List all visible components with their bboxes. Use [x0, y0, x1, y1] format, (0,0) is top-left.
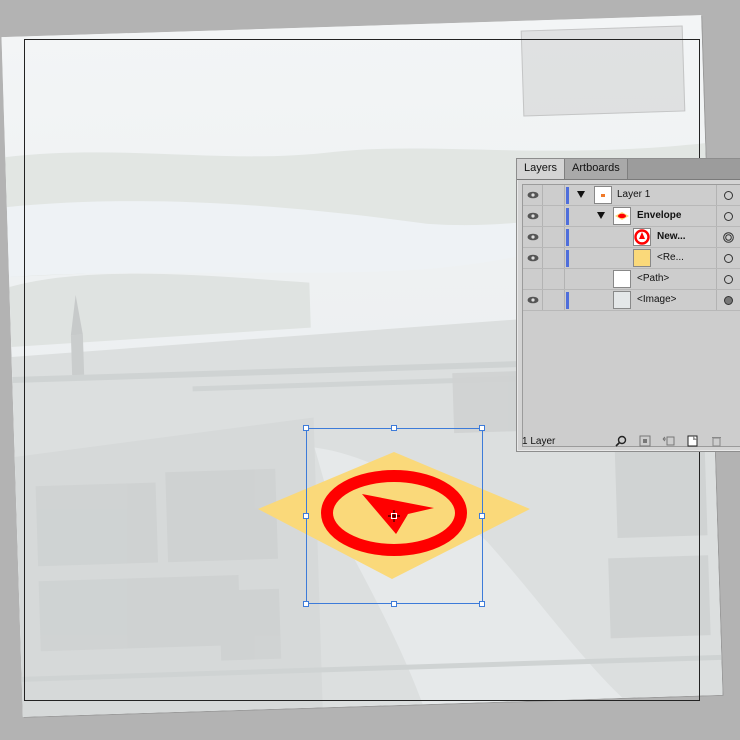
layer-row-image[interactable]: <Image>	[523, 290, 740, 311]
visibility-toggle[interactable]	[523, 185, 543, 205]
visibility-toggle[interactable]	[523, 269, 543, 289]
target-button[interactable]	[716, 185, 740, 205]
panel-footer: 1 Layer	[517, 431, 740, 451]
target-button[interactable]	[716, 248, 740, 268]
visibility-toggle[interactable]	[523, 290, 543, 310]
lock-toggle[interactable]	[543, 206, 565, 226]
target-double-circle-icon	[723, 231, 734, 243]
layer-count: 1 Layer	[522, 435, 556, 447]
resize-handle-top[interactable]	[391, 425, 397, 431]
layer-name[interactable]: New...	[657, 231, 686, 242]
eye-icon	[527, 191, 538, 199]
target-button[interactable]	[716, 206, 740, 226]
locate-object-icon[interactable]	[613, 434, 628, 448]
create-sublayer-icon[interactable]	[661, 434, 676, 448]
image-thumbnail	[613, 291, 631, 309]
expand-triangle-icon[interactable]	[597, 212, 605, 219]
envelope-thumbnail	[613, 207, 631, 225]
resize-handle-top-left[interactable]	[303, 425, 309, 431]
lock-toggle[interactable]	[543, 227, 565, 247]
layer-row-path[interactable]: <Path>	[523, 269, 740, 290]
new-layer-icon[interactable]	[685, 434, 700, 448]
lock-toggle[interactable]	[543, 269, 565, 289]
panel-tab-bar: Layers Artboards	[517, 159, 740, 180]
visibility-toggle[interactable]	[523, 248, 543, 268]
layer-color-bar	[566, 208, 569, 225]
resize-handle-left[interactable]	[303, 513, 309, 519]
target-circle-icon	[724, 190, 733, 200]
eye-icon	[527, 254, 538, 262]
tab-layers[interactable]: Layers	[517, 159, 566, 179]
eye-icon	[527, 212, 538, 220]
target-filled-icon	[724, 295, 733, 305]
make-clipping-mask-icon[interactable]	[637, 434, 652, 448]
canvas-workspace[interactable]: Layers Artboards Layer 1 Envelope New...…	[0, 0, 740, 740]
lock-toggle[interactable]	[543, 290, 565, 310]
resize-handle-bottom-right[interactable]	[479, 601, 485, 607]
eye-icon	[527, 233, 538, 241]
layer-color-bar	[566, 187, 569, 204]
layer-color-bar	[566, 229, 569, 246]
resize-handle-bottom[interactable]	[391, 601, 397, 607]
layer-row-rectangle[interactable]: <Re...	[523, 248, 740, 269]
layer-name[interactable]: <Path>	[637, 273, 669, 284]
target-button[interactable]	[716, 269, 740, 289]
rectangle-thumbnail	[633, 249, 651, 267]
layer-name[interactable]: Envelope	[637, 210, 681, 221]
resize-handle-bottom-left[interactable]	[303, 601, 309, 607]
layers-panel: Layers Artboards Layer 1 Envelope New...…	[516, 158, 740, 452]
resize-handle-right[interactable]	[479, 513, 485, 519]
layer-row-envelope[interactable]: Envelope	[523, 206, 740, 227]
layer-name[interactable]: Layer 1	[617, 189, 650, 200]
layer-row-layer-1[interactable]: Layer 1	[523, 185, 740, 206]
delete-icon[interactable]	[709, 434, 724, 448]
target-button[interactable]	[716, 290, 740, 310]
visibility-toggle[interactable]	[523, 206, 543, 226]
target-circle-icon	[724, 274, 733, 284]
tab-artboards[interactable]: Artboards	[565, 159, 628, 179]
lock-toggle[interactable]	[543, 185, 565, 205]
resize-handle-top-right[interactable]	[479, 425, 485, 431]
target-circle-icon	[724, 253, 733, 263]
layer-row-new-symbol[interactable]: New...	[523, 227, 740, 248]
eye-icon	[527, 296, 538, 304]
visibility-toggle[interactable]	[523, 227, 543, 247]
expand-triangle-icon[interactable]	[577, 191, 585, 198]
layer-color-bar	[566, 292, 569, 309]
background-panel-ghost	[520, 25, 686, 117]
path-thumbnail	[613, 270, 631, 288]
symbol-thumbnail	[633, 228, 651, 246]
move-cursor-icon	[388, 510, 400, 522]
layer-list: Layer 1 Envelope New... <Re... <Path> <I…	[522, 184, 740, 447]
layer-color-bar	[566, 250, 569, 267]
layer-thumbnail	[594, 186, 612, 204]
target-circle-icon	[724, 211, 733, 221]
layer-name[interactable]: <Image>	[637, 294, 676, 305]
target-button[interactable]	[716, 227, 740, 247]
layer-name[interactable]: <Re...	[657, 252, 684, 263]
lock-toggle[interactable]	[543, 248, 565, 268]
